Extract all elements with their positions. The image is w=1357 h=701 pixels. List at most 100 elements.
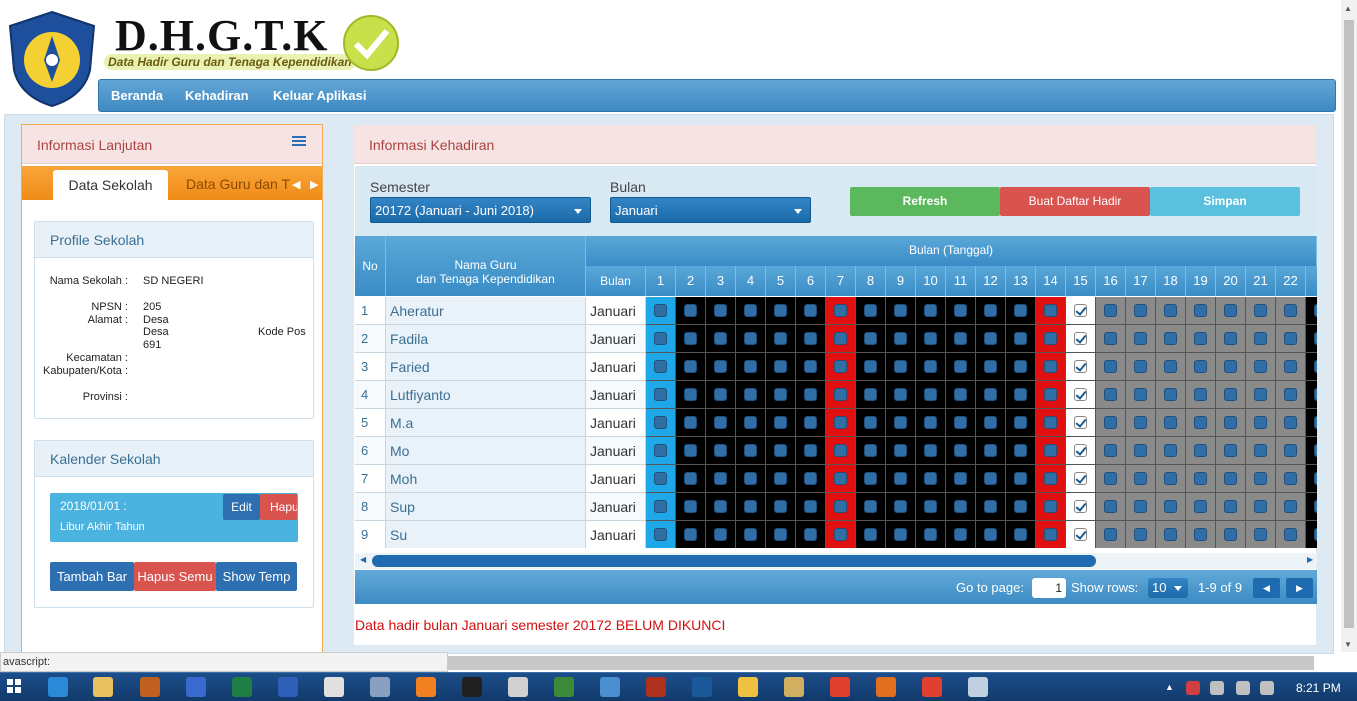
attendance-checkbox[interactable] [1164, 332, 1177, 345]
attendance-cell[interactable] [676, 493, 706, 521]
attendance-cell[interactable] [886, 325, 916, 353]
simpan-button[interactable]: Simpan [1150, 187, 1300, 216]
attendance-cell[interactable] [856, 297, 886, 325]
attendance-cell[interactable] [976, 325, 1006, 353]
attendance-checkbox[interactable] [774, 472, 787, 485]
attendance-checkbox[interactable] [924, 360, 937, 373]
attendance-cell[interactable] [1036, 409, 1066, 437]
tray-expand-icon[interactable]: ▲ [1165, 682, 1174, 692]
attendance-cell[interactable] [1066, 325, 1096, 353]
attendance-checkbox[interactable] [684, 304, 697, 317]
attendance-cell[interactable] [1246, 465, 1276, 493]
attendance-checkbox[interactable] [744, 416, 757, 429]
hapus-semua-button[interactable]: Hapus Semu [134, 562, 216, 591]
attendance-checkbox[interactable] [714, 416, 727, 429]
attendance-cell[interactable] [1276, 409, 1306, 437]
attendance-cell[interactable] [976, 381, 1006, 409]
attendance-checkbox[interactable] [1254, 444, 1267, 457]
attendance-checkbox[interactable] [1014, 332, 1027, 345]
attendance-checkbox[interactable] [894, 444, 907, 457]
scroll-down-icon[interactable]: ▼ [1344, 640, 1352, 649]
attendance-checkbox[interactable] [804, 416, 817, 429]
attendance-cell[interactable] [1156, 353, 1186, 381]
chrome-icon[interactable] [830, 677, 850, 697]
tab-scroll-left-icon[interactable]: ◀ [292, 178, 300, 191]
attendance-checkbox[interactable] [954, 472, 967, 485]
attendance-cell[interactable] [916, 521, 946, 548]
attendance-checkbox[interactable] [834, 472, 847, 485]
attendance-cell[interactable] [1306, 325, 1317, 353]
attendance-checkbox[interactable] [894, 472, 907, 485]
attendance-checkbox[interactable] [1074, 360, 1087, 373]
volume-icon[interactable] [1260, 681, 1274, 695]
attendance-cell[interactable] [1036, 437, 1066, 465]
attendance-checkbox[interactable] [654, 332, 667, 345]
attendance-cell[interactable] [736, 521, 766, 548]
attendance-checkbox[interactable] [1014, 304, 1027, 317]
attendance-checkbox[interactable] [1254, 416, 1267, 429]
attendance-cell[interactable] [916, 325, 946, 353]
attendance-checkbox[interactable] [1194, 416, 1207, 429]
attendance-cell[interactable] [1216, 409, 1246, 437]
next-page-button[interactable]: ▶ [1286, 578, 1313, 598]
attendance-cell[interactable] [886, 409, 916, 437]
attendance-cell[interactable] [1006, 521, 1036, 548]
attendance-checkbox[interactable] [1224, 304, 1237, 317]
attendance-cell[interactable] [946, 437, 976, 465]
attendance-cell[interactable] [676, 409, 706, 437]
attendance-checkbox[interactable] [774, 444, 787, 457]
attendance-cell[interactable] [1096, 297, 1126, 325]
attendance-cell[interactable] [766, 381, 796, 409]
attendance-checkbox[interactable] [1074, 500, 1087, 513]
attendance-cell[interactable] [946, 409, 976, 437]
attendance-cell[interactable] [1126, 353, 1156, 381]
attendance-cell[interactable] [856, 493, 886, 521]
attendance-cell[interactable] [1006, 493, 1036, 521]
attendance-checkbox[interactable] [714, 528, 727, 541]
attendance-checkbox[interactable] [984, 472, 997, 485]
attendance-checkbox[interactable] [804, 360, 817, 373]
attendance-cell[interactable] [706, 381, 736, 409]
goto-page-input[interactable]: 1 [1032, 578, 1066, 598]
app-icon[interactable] [600, 677, 620, 697]
attendance-cell[interactable] [886, 465, 916, 493]
attendance-cell[interactable] [1126, 409, 1156, 437]
attendance-checkbox[interactable] [834, 416, 847, 429]
attendance-cell[interactable] [676, 521, 706, 548]
attendance-checkbox[interactable] [1074, 388, 1087, 401]
attendance-checkbox[interactable] [1164, 304, 1177, 317]
attendance-cell[interactable] [1186, 465, 1216, 493]
attendance-cell[interactable] [1276, 325, 1306, 353]
attendance-cell[interactable] [736, 353, 766, 381]
attendance-cell[interactable] [706, 437, 736, 465]
attendance-cell[interactable] [1186, 409, 1216, 437]
attendance-cell[interactable] [946, 353, 976, 381]
attendance-checkbox[interactable] [1104, 416, 1117, 429]
attendance-cell[interactable] [1156, 437, 1186, 465]
attendance-cell[interactable] [856, 353, 886, 381]
attendance-checkbox[interactable] [984, 528, 997, 541]
attendance-cell[interactable] [1276, 437, 1306, 465]
attendance-checkbox[interactable] [1194, 528, 1207, 541]
attendance-checkbox[interactable] [1014, 388, 1027, 401]
attendance-checkbox[interactable] [1254, 472, 1267, 485]
word-icon[interactable] [278, 677, 298, 697]
attendance-cell[interactable] [1156, 325, 1186, 353]
attendance-cell[interactable] [856, 437, 886, 465]
attendance-cell[interactable] [676, 297, 706, 325]
attendance-checkbox[interactable] [684, 332, 697, 345]
attendance-checkbox[interactable] [1104, 472, 1117, 485]
attendance-checkbox[interactable] [1164, 416, 1177, 429]
attendance-cell[interactable] [796, 381, 826, 409]
attendance-checkbox[interactable] [894, 332, 907, 345]
attendance-cell[interactable] [976, 437, 1006, 465]
attendance-checkbox[interactable] [984, 304, 997, 317]
attendance-checkbox[interactable] [804, 528, 817, 541]
attendance-cell[interactable] [1126, 465, 1156, 493]
attendance-cell[interactable] [826, 353, 856, 381]
attendance-cell[interactable] [826, 437, 856, 465]
attendance-checkbox[interactable] [654, 304, 667, 317]
attendance-cell[interactable] [1246, 297, 1276, 325]
attendance-checkbox[interactable] [924, 304, 937, 317]
attendance-cell[interactable] [856, 465, 886, 493]
